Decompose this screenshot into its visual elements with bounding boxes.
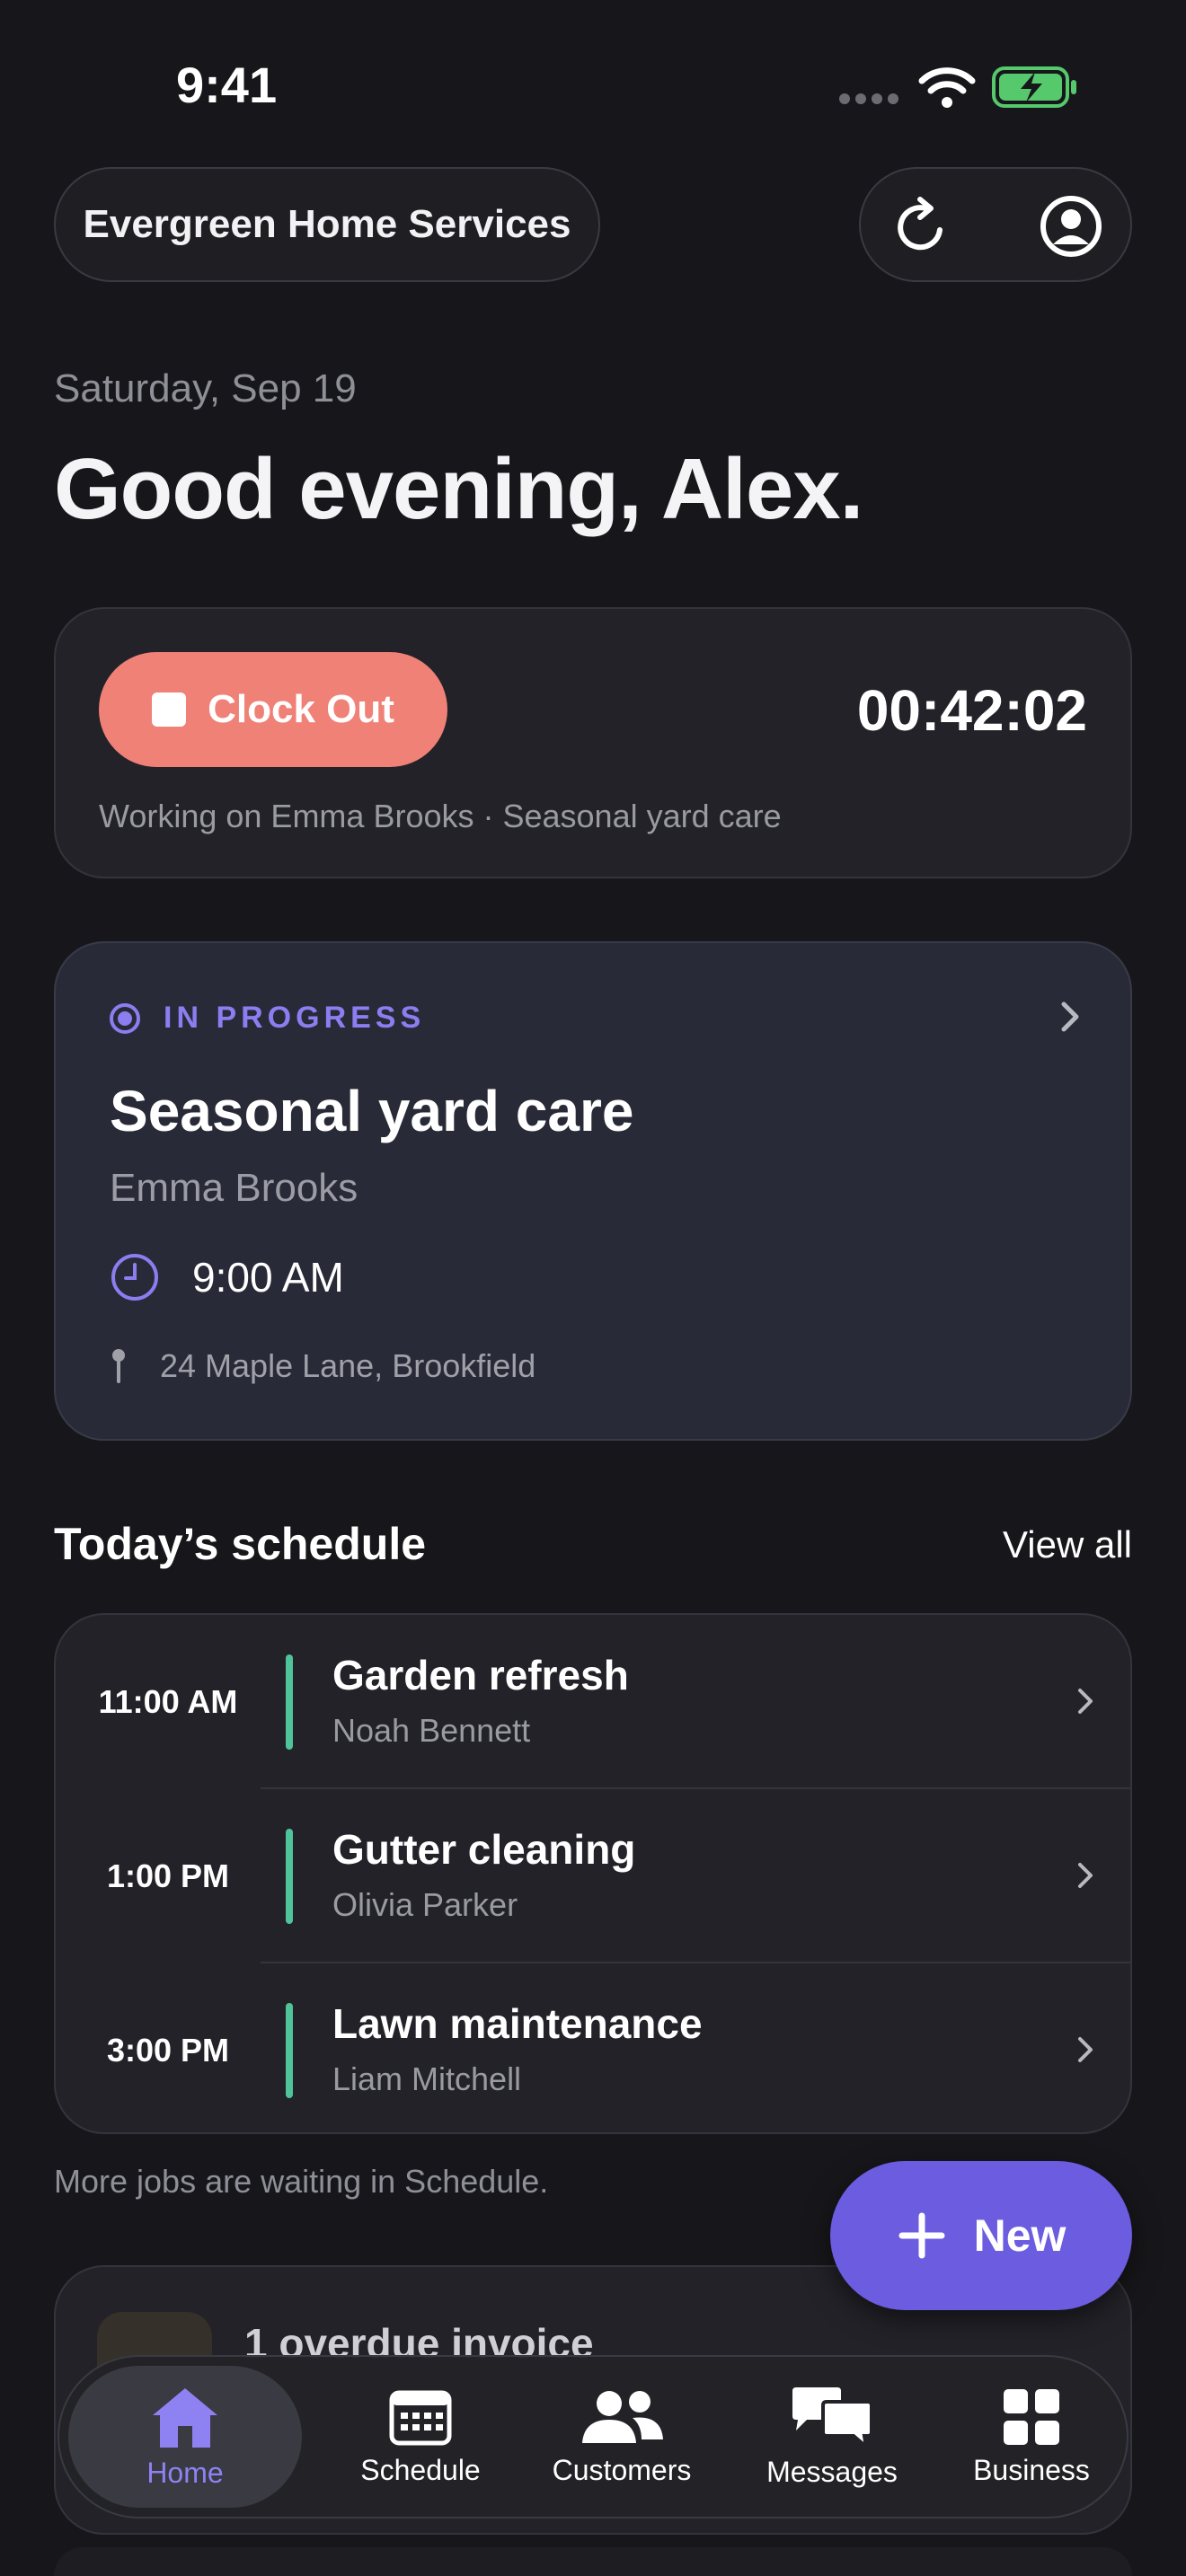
tab-label: Messages	[766, 2455, 898, 2488]
schedule-time: 11:00 AM	[98, 1683, 238, 1720]
clock-out-button[interactable]: Clock Out	[99, 652, 447, 767]
tab-business[interactable]: Business	[940, 2357, 1123, 2517]
status-time: 9:41	[176, 57, 278, 113]
tab-label: Customers	[552, 2453, 692, 2486]
chevron-right-icon	[1078, 1689, 1093, 1714]
chevron-right-icon	[1078, 1863, 1093, 1888]
chevron-right-icon	[1078, 2037, 1093, 2062]
job-title: Seasonal yard care	[110, 1079, 634, 1143]
schedule-title: Lawn maintenance	[332, 2000, 703, 2047]
time-clock-card: Clock Out 00:42:02 Working on Emma Brook…	[54, 607, 1132, 878]
schedule-indicator	[286, 1829, 293, 1924]
chat-bubbles-icon	[792, 2386, 873, 2448]
job-time: 9:00 AM	[110, 1252, 344, 1302]
tab-customers[interactable]: Customers	[518, 2357, 726, 2517]
schedule-time: 3:00 PM	[106, 2032, 230, 2069]
people-icon	[582, 2390, 663, 2443]
clock-out-label: Clock Out	[208, 687, 394, 731]
new-button-label: New	[973, 2210, 1067, 2261]
tab-bar: Home Schedule Customers Messages Busines…	[58, 2355, 1128, 2519]
next-card-edge	[54, 2547, 1132, 2576]
profile-icon[interactable]	[1037, 192, 1105, 260]
schedule-customer: Liam Mitchell	[332, 2060, 522, 2097]
status-label: IN PROGRESS	[164, 1001, 426, 1035]
view-all-link[interactable]: View all	[1003, 1523, 1132, 1566]
schedule-customer: Olivia Parker	[332, 1886, 518, 1923]
job-customer: Emma Brooks	[110, 1166, 358, 1210]
schedule-time: 1:00 PM	[106, 1857, 230, 1894]
clock-icon	[111, 1254, 158, 1301]
job-time-label: 9:00 AM	[192, 1254, 344, 1301]
job-address-label: 24 Maple Lane, Brookfield	[160, 1347, 536, 1384]
chevron-right-icon[interactable]	[1057, 997, 1084, 1037]
new-button[interactable]: New	[830, 2161, 1132, 2310]
elapsed-timer: 00:42:02	[856, 678, 1087, 743]
calendar-icon	[389, 2390, 452, 2445]
signal-dots-icon	[839, 93, 898, 104]
schedule-heading: Today’s schedule	[54, 1519, 427, 1569]
tab-home[interactable]: Home	[68, 2366, 302, 2508]
house-icon	[153, 2387, 217, 2448]
battery-charging-icon	[992, 66, 1076, 108]
schedule-list: 11:00 AM Garden refresh Noah Bennett 1:0…	[54, 1613, 1132, 2134]
pin-icon	[112, 1349, 125, 1383]
refresh-icon[interactable]	[890, 192, 958, 260]
tab-label: Home	[146, 2456, 224, 2489]
schedule-row[interactable]: 3:00 PM Lawn maintenance Liam Mitchell	[56, 1963, 1130, 2132]
schedule-title: Gutter cleaning	[332, 1826, 636, 1873]
schedule-row[interactable]: 1:00 PM Gutter cleaning Olivia Parker	[56, 1789, 1130, 1963]
job-address: 24 Maple Lane, Brookfield	[110, 1347, 535, 1385]
schedule-row[interactable]: 11:00 AM Garden refresh Noah Bennett	[56, 1615, 1130, 1789]
current-job-card[interactable]: IN PROGRESS Seasonal yard care Emma Broo…	[54, 941, 1132, 1441]
tab-schedule[interactable]: Schedule	[325, 2357, 516, 2517]
schedule-footer-note: More jobs are waiting in Schedule.	[54, 2163, 549, 2200]
status-badge: IN PROGRESS	[110, 1001, 425, 1036]
tab-label: Schedule	[360, 2453, 481, 2486]
schedule-title: Garden refresh	[332, 1652, 629, 1698]
tab-label: Business	[973, 2453, 1090, 2486]
schedule-indicator	[286, 1654, 293, 1750]
in-progress-icon	[110, 1002, 140, 1034]
tab-messages[interactable]: Messages	[728, 2357, 936, 2517]
current-date: Saturday, Sep 19	[54, 366, 357, 410]
header-actions	[859, 167, 1132, 282]
schedule-customer: Noah Bennett	[332, 1712, 531, 1749]
stop-icon	[152, 693, 187, 727]
working-on-text: Working on Emma Brooks · Seasonal yard c…	[99, 798, 782, 834]
grid-icon	[1004, 2388, 1059, 2445]
wifi-icon	[918, 67, 976, 108]
greeting-heading: Good evening, Alex.	[54, 441, 863, 537]
plus-icon	[898, 2212, 945, 2259]
schedule-indicator	[286, 2003, 293, 2098]
business-name-pill[interactable]: Evergreen Home Services	[54, 167, 600, 282]
